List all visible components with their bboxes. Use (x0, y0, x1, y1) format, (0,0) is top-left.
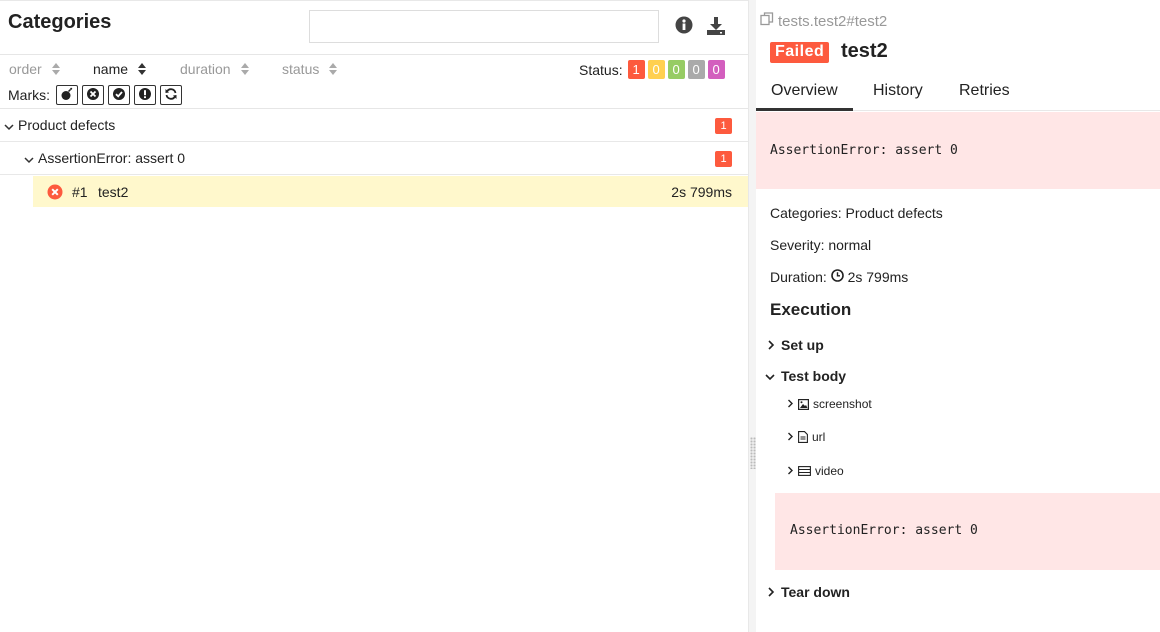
status-skipped-toggle[interactable]: 0 (687, 60, 705, 79)
status-filter: Status: 1 0 0 0 0 (579, 60, 725, 79)
sort-arrows-icon (240, 63, 249, 75)
mark-new-failed-toggle[interactable] (82, 85, 104, 105)
chevron-down-icon (24, 152, 34, 164)
marks-bar: Marks: (0, 83, 748, 109)
sort-duration[interactable]: duration (180, 61, 249, 77)
search-input[interactable] (309, 10, 659, 43)
attachment-url-label: url (812, 430, 826, 444)
tree-group-product-defects[interactable]: Product defects 1 (0, 109, 748, 142)
test-duration: 2s 799ms (671, 184, 732, 200)
sort-name[interactable]: name (93, 61, 147, 77)
download-icon[interactable] (706, 16, 726, 36)
step-setup[interactable]: Set up (767, 337, 824, 353)
duration-meta: Duration: 2s 799ms (770, 269, 908, 285)
chevron-down-icon (765, 368, 781, 384)
step-setup-label: Set up (781, 337, 824, 353)
page-title: Categories (8, 11, 112, 33)
status-passed-toggle[interactable]: 0 (667, 60, 685, 79)
chevron-right-icon (767, 337, 781, 353)
sort-bar: order name duration status Status: 1 0 0… (0, 55, 748, 83)
sort-order-label: order (9, 61, 42, 77)
status-broken-toggle[interactable]: 0 (647, 60, 665, 79)
chevron-right-icon (787, 464, 794, 478)
subgroup-label: AssertionError: assert 0 (38, 150, 186, 166)
chevron-down-icon (4, 119, 14, 131)
sort-arrows-icon (51, 63, 60, 75)
pane-header: Categories (0, 1, 748, 55)
test-name: test2 (98, 184, 129, 200)
severity-label: Severity: (770, 237, 825, 253)
execution-title: Execution (770, 300, 852, 319)
tab-overview[interactable]: Overview (756, 82, 853, 111)
image-icon (798, 398, 809, 410)
tree-subgroup-assertion[interactable]: AssertionError: assert 0 1 (0, 142, 748, 175)
report-app: Categories order name duration status St… (0, 0, 1160, 632)
exclamation-circle-icon (138, 87, 152, 104)
step-teardown[interactable]: Tear down (767, 584, 850, 600)
sort-order[interactable]: order (9, 61, 60, 77)
pane-splitter[interactable] (748, 0, 756, 632)
step-test-body[interactable]: Test body (765, 368, 846, 384)
sort-name-label: name (93, 61, 129, 77)
test-details-pane: tests.test2#test2 Failed test2 Overview … (756, 0, 1160, 632)
bomb-icon (60, 87, 74, 104)
mark-new-broken-toggle[interactable] (134, 85, 156, 105)
attachment-screenshot-label: screenshot (813, 397, 872, 411)
categories-pane: Categories order name duration status St… (0, 0, 748, 632)
status-label: Status: (579, 61, 623, 78)
attachment-screenshot[interactable]: screenshot (787, 397, 872, 411)
test-number: #1 (72, 184, 88, 200)
sort-arrows-icon (138, 63, 147, 75)
step-test-body-label: Test body (781, 368, 847, 384)
info-icon[interactable] (675, 16, 695, 36)
duration-value: 2s 799ms (847, 269, 909, 285)
error-message: AssertionError: assert 0 (770, 143, 958, 158)
sort-duration-label: duration (180, 61, 231, 77)
attachment-video-label: video (815, 464, 844, 478)
sort-arrows-icon (329, 63, 338, 75)
categories-label: Categories: (770, 205, 842, 221)
clock-icon (830, 269, 844, 285)
status-failed-toggle[interactable]: 1 (627, 60, 645, 79)
status-unknown-toggle[interactable]: 0 (707, 60, 725, 79)
mark-retries-toggle[interactable] (160, 85, 182, 105)
chevron-right-icon (787, 397, 794, 411)
status-badge: Failed (770, 42, 830, 63)
sort-status-label: status (282, 61, 320, 77)
categories-value: Product defects (845, 205, 943, 221)
failed-status-icon (47, 184, 63, 200)
test-path-text: tests.test2#test2 (778, 12, 888, 30)
chevron-right-icon (787, 430, 794, 444)
details-tabs: Overview History Retries (756, 78, 1160, 111)
refresh-icon (164, 87, 178, 104)
file-icon (798, 431, 808, 443)
group-count-badge: 1 (715, 118, 732, 134)
mark-new-passed-toggle[interactable] (108, 85, 130, 105)
severity-value: normal (828, 237, 872, 253)
duration-label: Duration: (770, 269, 827, 285)
mark-flaky-toggle[interactable] (56, 85, 78, 105)
tab-retries[interactable]: Retries (959, 82, 1010, 111)
test-row[interactable]: #1 test2 2s 799ms (33, 176, 748, 207)
test-path: tests.test2#test2 (760, 12, 887, 30)
step-error-box: AssertionError: assert 0 (775, 493, 1160, 570)
subgroup-count-badge: 1 (715, 151, 732, 167)
error-message-box: AssertionError: assert 0 (756, 112, 1160, 189)
close-circle-icon (86, 87, 100, 104)
sort-status[interactable]: status (282, 61, 338, 77)
step-error-message: AssertionError: assert 0 (790, 523, 978, 538)
marks-label: Marks: (8, 87, 50, 103)
tab-history[interactable]: History (873, 82, 923, 111)
step-teardown-label: Tear down (781, 584, 850, 600)
attachment-url[interactable]: url (787, 430, 825, 444)
copy-icon[interactable] (760, 12, 778, 30)
attachment-video[interactable]: video (787, 464, 844, 478)
chevron-right-icon (767, 584, 781, 600)
list-icon (798, 466, 811, 476)
categories-meta: Categories: Product defects (770, 205, 943, 221)
group-label: Product defects (18, 117, 116, 133)
test-title: test2 (841, 40, 888, 62)
severity-meta: Severity: normal (770, 237, 871, 253)
check-circle-icon (112, 87, 126, 104)
